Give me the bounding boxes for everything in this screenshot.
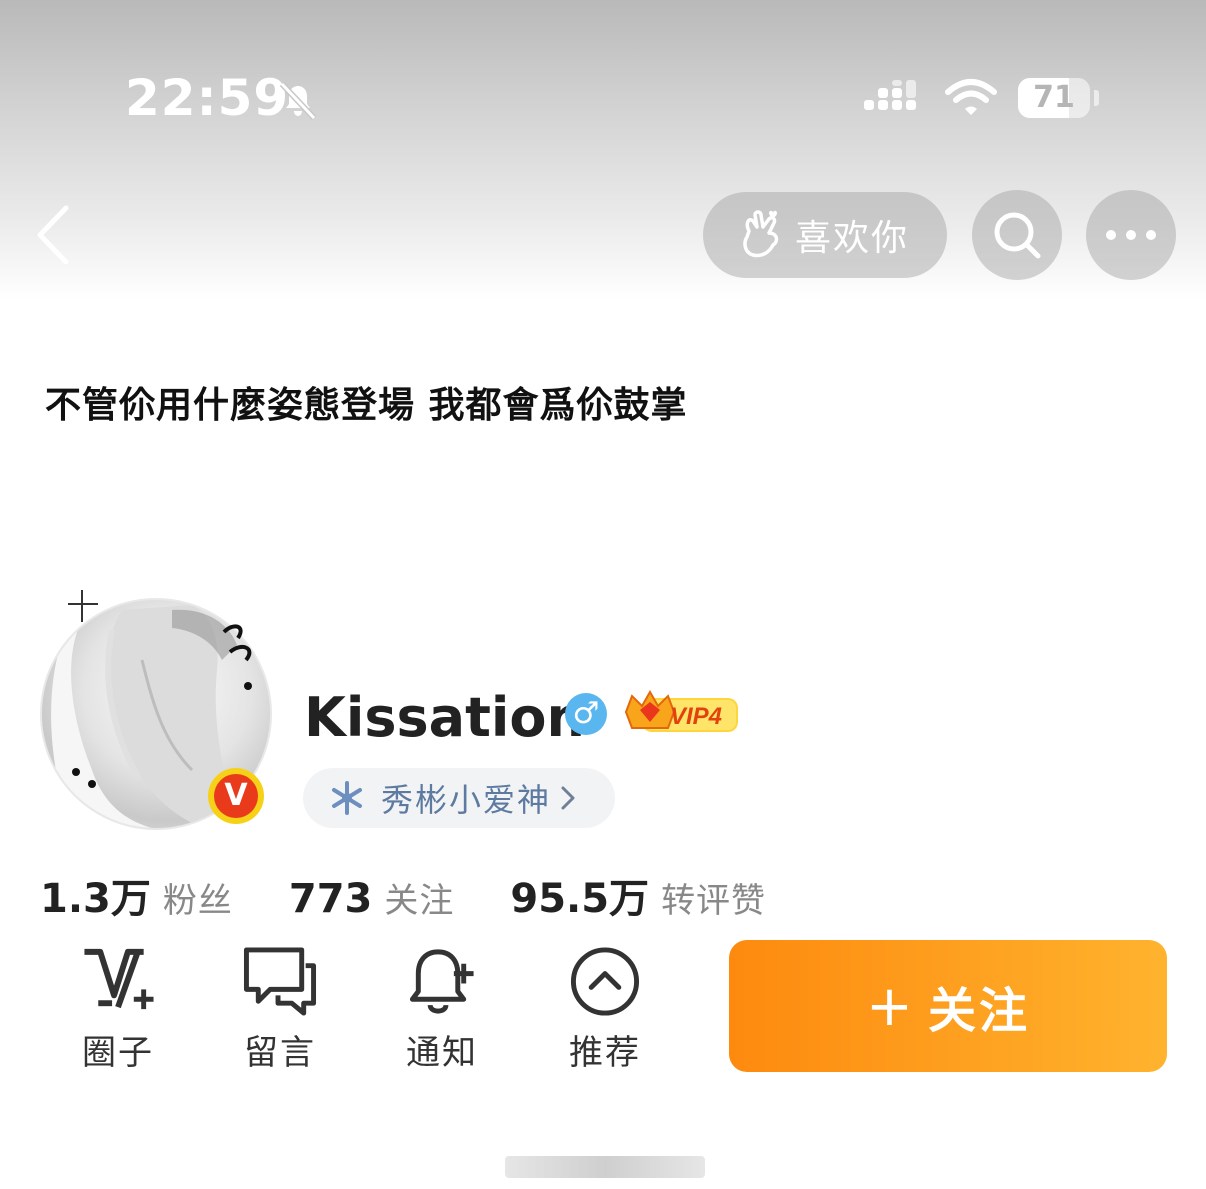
snowflake-icon — [332, 781, 362, 815]
signal-icon — [864, 80, 916, 110]
status-time: 22:59 — [125, 69, 290, 127]
message-action-button[interactable]: 留言 — [220, 944, 340, 1074]
stat-followers-value: 1.3万 — [40, 876, 151, 922]
follow-button[interactable]: + 关注 — [729, 940, 1167, 1072]
recommend-action-button[interactable]: 推荐 — [545, 944, 665, 1074]
back-button[interactable] — [30, 200, 80, 270]
stat-engagement-value: 95.5万 — [510, 876, 650, 922]
follow-button-label: 关注 — [927, 983, 1030, 1039]
fan-group-tag[interactable]: 秀彬小爱神 — [303, 768, 615, 828]
stat-following-value: 773 — [288, 876, 373, 922]
verified-v: V — [214, 774, 258, 818]
stat-engagement[interactable]: 95.5万 转评赞 — [510, 866, 766, 924]
battery-icon: 71 — [1018, 78, 1090, 118]
stat-engagement-label: 转评赞 — [661, 881, 767, 921]
username: Kissation — [304, 686, 585, 749]
verified-badge: V — [208, 768, 264, 824]
message-action-label: 留言 — [244, 1033, 316, 1073]
cover-banner-text: 不管伱用什麼姿態登場 我都會爲伱鼓掌 — [45, 384, 688, 426]
recommend-action-label: 推荐 — [569, 1033, 641, 1073]
more-button[interactable] — [1086, 190, 1176, 280]
circle-action-button[interactable]: 圈子 — [58, 944, 178, 1074]
bell-plus-icon — [409, 949, 474, 1014]
more-dots-icon — [1106, 230, 1156, 240]
stat-following-label: 关注 — [384, 881, 455, 921]
search-icon — [994, 212, 1041, 259]
stat-followers-label: 粉丝 — [162, 881, 233, 921]
circle-v-plus-icon — [84, 948, 154, 1010]
like-you-button[interactable]: 喜欢你 — [703, 192, 947, 278]
heart-hand-icon — [743, 210, 779, 258]
chevron-right-icon — [561, 786, 575, 810]
notify-action-button[interactable]: 通知 — [382, 944, 502, 1074]
chevron-left-icon — [37, 205, 69, 265]
chevron-up-circle-icon — [570, 947, 640, 1016]
fan-group-tag-label: 秀彬小爱神 — [381, 781, 552, 819]
vip-label: VIP4 — [670, 703, 722, 730]
battery-tip — [1094, 90, 1099, 106]
notify-action-label: 通知 — [406, 1033, 478, 1073]
message-bubbles-icon — [243, 947, 317, 1016]
profile-stats: 1.3万 粉丝 773 关注 95.5万 转评赞 — [40, 866, 822, 924]
circle-action-label: 圈子 — [82, 1033, 154, 1073]
stat-following[interactable]: 773 关注 — [289, 873, 455, 922]
vip-badge[interactable]: VIP4 — [622, 688, 740, 734]
plus-icon: + — [866, 973, 916, 1039]
wifi-icon — [945, 79, 997, 115]
search-button[interactable] — [972, 190, 1062, 280]
battery-percent: 71 — [1033, 80, 1075, 115]
blurred-content-strip — [505, 1156, 705, 1178]
like-you-label: 喜欢你 — [795, 218, 910, 259]
male-gender-icon: ♂ — [565, 693, 607, 735]
stat-followers[interactable]: 1.3万 粉丝 — [40, 866, 233, 924]
bell-slash-icon — [279, 81, 317, 121]
